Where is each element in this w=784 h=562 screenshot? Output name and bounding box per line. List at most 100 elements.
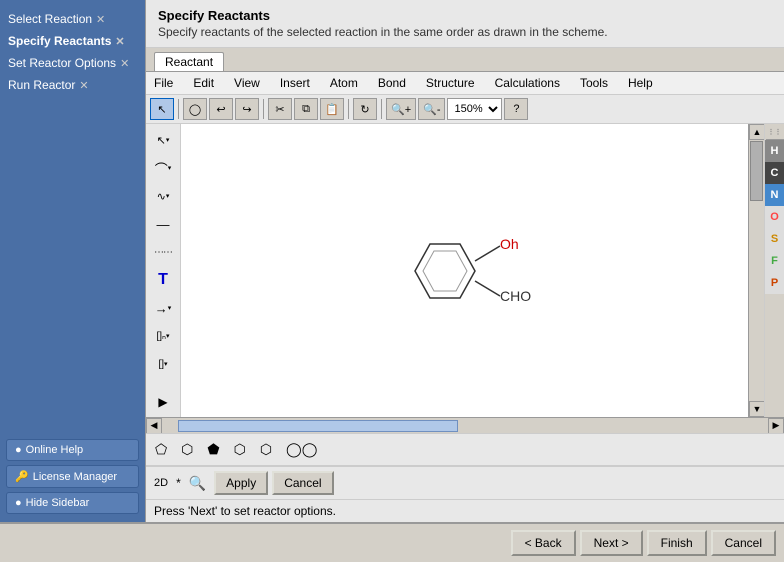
toolbar-separator-4 [381, 99, 382, 119]
zoom-in-button[interactable]: 🔍+ [386, 98, 416, 120]
back-button[interactable]: < Back [511, 530, 576, 556]
wizard-footer: < Back Next > Finish Cancel [0, 522, 784, 562]
bond-draw-tool[interactable]: ⌒▾ [149, 156, 177, 180]
element-F[interactable]: F [765, 250, 784, 272]
pencil-tool-button[interactable]: ◯ [183, 98, 207, 120]
wizard-area: Select Reaction ✕ Specify Reactants ✕ Se… [0, 0, 784, 522]
scroll-track [749, 140, 764, 401]
toolbar-separator [178, 99, 179, 119]
sidebar-item-label: Run Reactor [8, 78, 75, 92]
hscroll-thumb[interactable] [178, 420, 458, 432]
pentagon-tool[interactable]: ⬠ [150, 438, 172, 461]
rotate-button[interactable]: ↻ [353, 98, 377, 120]
ring5-tool[interactable]: ⬟ [202, 438, 224, 461]
wizard-cancel-button[interactable]: Cancel [711, 530, 776, 556]
menu-file[interactable]: File [150, 74, 177, 92]
dashed-tool[interactable]: ⋯⋯ [149, 240, 177, 264]
license-manager-button[interactable]: 🔑 License Manager [6, 465, 139, 488]
scroll-right-arrow[interactable]: ▶ [768, 418, 784, 434]
select-arrow-tool[interactable]: ↖▾ [149, 128, 177, 152]
toolbar-separator-3 [348, 99, 349, 119]
sidebar-item-label: Select Reaction [8, 12, 92, 26]
shape-tools-bar: ⬠ ⬡ ⬟ ⬡ ⬡ ◯◯ [146, 433, 784, 466]
next-button[interactable]: Next > [580, 530, 643, 556]
paste-button[interactable]: 📋 [320, 98, 344, 120]
toolbar-separator-2 [263, 99, 264, 119]
sidebar-item-run-reactor[interactable]: Run Reactor ✕ [6, 74, 139, 96]
header-description: Specify reactants of the selected reacti… [158, 25, 772, 39]
scroll-left-arrow[interactable]: ◀ [146, 418, 162, 434]
element-N[interactable]: N [765, 184, 784, 206]
horizontal-scrollbar[interactable]: ◀ ▶ [146, 417, 784, 433]
arrow-tool[interactable]: →▾ [149, 296, 177, 320]
cyclo-tool[interactable]: ⬡ [255, 438, 277, 461]
hexagon-tool[interactable]: ⬡ [176, 438, 198, 461]
menu-calculations[interactable]: Calculations [491, 74, 564, 92]
vertical-scrollbar[interactable]: ▲ ▼ [748, 124, 764, 417]
sidebar-item-specify-reactants[interactable]: Specify Reactants ✕ [6, 30, 139, 52]
menu-insert[interactable]: Insert [276, 74, 314, 92]
scroll-down-arrow[interactable]: ▼ [749, 401, 765, 417]
canvas-area[interactable]: Oh CHO [181, 124, 748, 417]
eye-icon: ● [15, 497, 22, 509]
menu-tools[interactable]: Tools [576, 74, 612, 92]
zoom-select[interactable]: 150% 50% 75% 100% 125% 200% [447, 98, 502, 120]
editor-wrapper: File Edit View Insert Atom Bond Structur… [146, 72, 784, 522]
cancel-button[interactable]: Cancel [272, 471, 333, 495]
close-icon: ✕ [120, 57, 129, 70]
header-title: Specify Reactants [158, 8, 772, 23]
apply-button[interactable]: Apply [214, 471, 268, 495]
search-icon: 🔍 [189, 475, 206, 492]
text-tool[interactable]: T [149, 268, 177, 292]
select-tool-button[interactable]: ↖ [150, 98, 174, 120]
scroll-thumb[interactable] [750, 141, 763, 201]
bracket-tool[interactable]: []ₙ▾ [149, 324, 177, 348]
sidebar-bottom: ● Online Help 🔑 License Manager ● Hide S… [6, 439, 139, 514]
box-tool[interactable]: []▾ [149, 352, 177, 376]
sidebar-item-set-reactor-options[interactable]: Set Reactor Options ✕ [6, 52, 139, 74]
element-C[interactable]: C [765, 162, 784, 184]
menu-atom[interactable]: Atom [326, 74, 362, 92]
finish-button[interactable]: Finish [647, 530, 707, 556]
online-help-button[interactable]: ● Online Help [6, 439, 139, 461]
left-tool-panel: ↖▾ ⌒▾ ∿▾ — ⋯⋯ T →▾ []ₙ▾ []▾ ▶ [146, 124, 181, 417]
sidebar-item-label: Specify Reactants [8, 34, 111, 48]
drawing-section: ↖▾ ⌒▾ ∿▾ — ⋯⋯ T →▾ []ₙ▾ []▾ ▶ [146, 124, 784, 417]
periodic-panel: ⋮⋮ H C N O S F P [764, 124, 784, 417]
chain-tool[interactable]: ∿▾ [149, 184, 177, 208]
menu-help[interactable]: Help [624, 74, 657, 92]
element-O[interactable]: O [765, 206, 784, 228]
sidebar-item-select-reaction[interactable]: Select Reaction ✕ [6, 8, 139, 30]
ring6-tool[interactable]: ⬡ [229, 438, 251, 461]
close-icon: ✕ [96, 13, 105, 26]
hide-sidebar-button[interactable]: ● Hide Sidebar [6, 492, 139, 514]
zoom-out-button[interactable]: 🔍- [418, 98, 445, 120]
element-H[interactable]: H [765, 140, 784, 162]
element-S[interactable]: S [765, 228, 784, 250]
fused-ring-tool[interactable]: ◯◯ [281, 438, 322, 461]
element-P[interactable]: P [765, 272, 784, 294]
cut-button[interactable]: ✂ [268, 98, 292, 120]
bottom-arrow[interactable]: ▶ [158, 395, 167, 413]
help-button[interactable]: ? [504, 98, 528, 120]
help-icon: ● [15, 444, 22, 456]
undo-button[interactable]: ↩ [209, 98, 233, 120]
main-container: Select Reaction ✕ Specify Reactants ✕ Se… [0, 0, 784, 562]
menu-structure[interactable]: Structure [422, 74, 479, 92]
key-icon: 🔑 [15, 470, 29, 483]
svg-text:CHO: CHO [500, 288, 531, 304]
menu-edit[interactable]: Edit [189, 74, 218, 92]
molecule-svg: Oh CHO [345, 181, 545, 361]
tab-reactant[interactable]: Reactant [154, 52, 224, 71]
copy-button[interactable]: ⧉ [294, 98, 318, 120]
menu-view[interactable]: View [230, 74, 264, 92]
menu-bond[interactable]: Bond [374, 74, 410, 92]
sidebar: Select Reaction ✕ Specify Reactants ✕ Se… [0, 0, 145, 522]
menu-bar: File Edit View Insert Atom Bond Structur… [146, 72, 784, 95]
toolbar: ↖ ◯ ↩ ↪ ✂ ⧉ 📋 ↻ 🔍+ 🔍- 150% 5 [146, 95, 784, 124]
canvas-wrapper: Oh CHO ▲ ▼ [181, 124, 784, 417]
scroll-up-arrow[interactable]: ▲ [749, 124, 765, 140]
line-tool[interactable]: — [149, 212, 177, 236]
sidebar-item-label: Set Reactor Options [8, 56, 116, 70]
redo-button[interactable]: ↪ [235, 98, 259, 120]
